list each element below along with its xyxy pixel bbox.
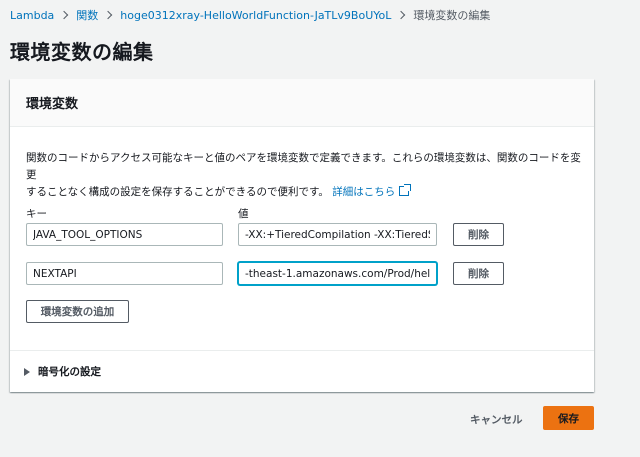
encryption-settings-toggle[interactable]: 暗号化の設定 (24, 364, 101, 379)
add-environment-variable-button[interactable]: 環境変数の追加 (26, 300, 129, 323)
page-title: 環境変数の編集 (10, 40, 154, 64)
remove-variable-button-1[interactable]: 削除 (453, 223, 504, 246)
caret-right-icon (24, 367, 30, 376)
panel-divider (10, 350, 594, 351)
remove-variable-button-2[interactable]: 削除 (453, 262, 504, 285)
description-line-1: 関数のコードからアクセス可能なキーと値のペアを環境変数で定義できます。これらの環… (26, 152, 581, 181)
env-value-input-1[interactable] (238, 223, 437, 246)
env-key-input-2[interactable] (26, 262, 223, 285)
panel-title: 環境変数 (26, 97, 79, 112)
learn-more-label: 詳細はこちら (332, 186, 396, 198)
chevron-right-icon (397, 10, 406, 20)
description-line-2: することなく構成の設定を保存することができるので便利です。 (26, 186, 329, 198)
breadcrumb-current: 環境変数の編集 (413, 9, 491, 22)
breadcrumb-function-name[interactable]: hoge0312xray-HelloWorldFunction-JaTLv9Bo… (120, 9, 391, 22)
chevron-right-icon (104, 10, 113, 20)
env-value-input-2[interactable] (238, 262, 437, 285)
learn-more-link[interactable]: 詳細はこちら (332, 184, 412, 198)
key-column-label: キー (26, 208, 47, 220)
panel-header: 環境変数 (10, 79, 594, 127)
env-key-input-1[interactable] (26, 223, 223, 246)
breadcrumb-lambda[interactable]: Lambda (10, 9, 54, 22)
encryption-settings-label: 暗号化の設定 (38, 366, 101, 378)
breadcrumb-functions[interactable]: 関数 (76, 7, 98, 23)
environment-variables-panel: 環境変数 関数のコードからアクセス可能なキーと値のペアを環境変数で定義できます。… (10, 79, 594, 392)
external-link-icon (399, 184, 412, 196)
save-button[interactable]: 保存 (543, 406, 594, 430)
breadcrumb: Lambda 関数 hoge0312xray-HelloWorldFunctio… (10, 7, 490, 23)
panel-description: 関数のコードからアクセス可能なキーと値のペアを環境変数で定義できます。これらの環… (26, 150, 586, 201)
chevron-right-icon (60, 10, 69, 20)
value-column-label: 値 (238, 208, 249, 220)
cancel-button[interactable]: キャンセル (470, 412, 523, 427)
